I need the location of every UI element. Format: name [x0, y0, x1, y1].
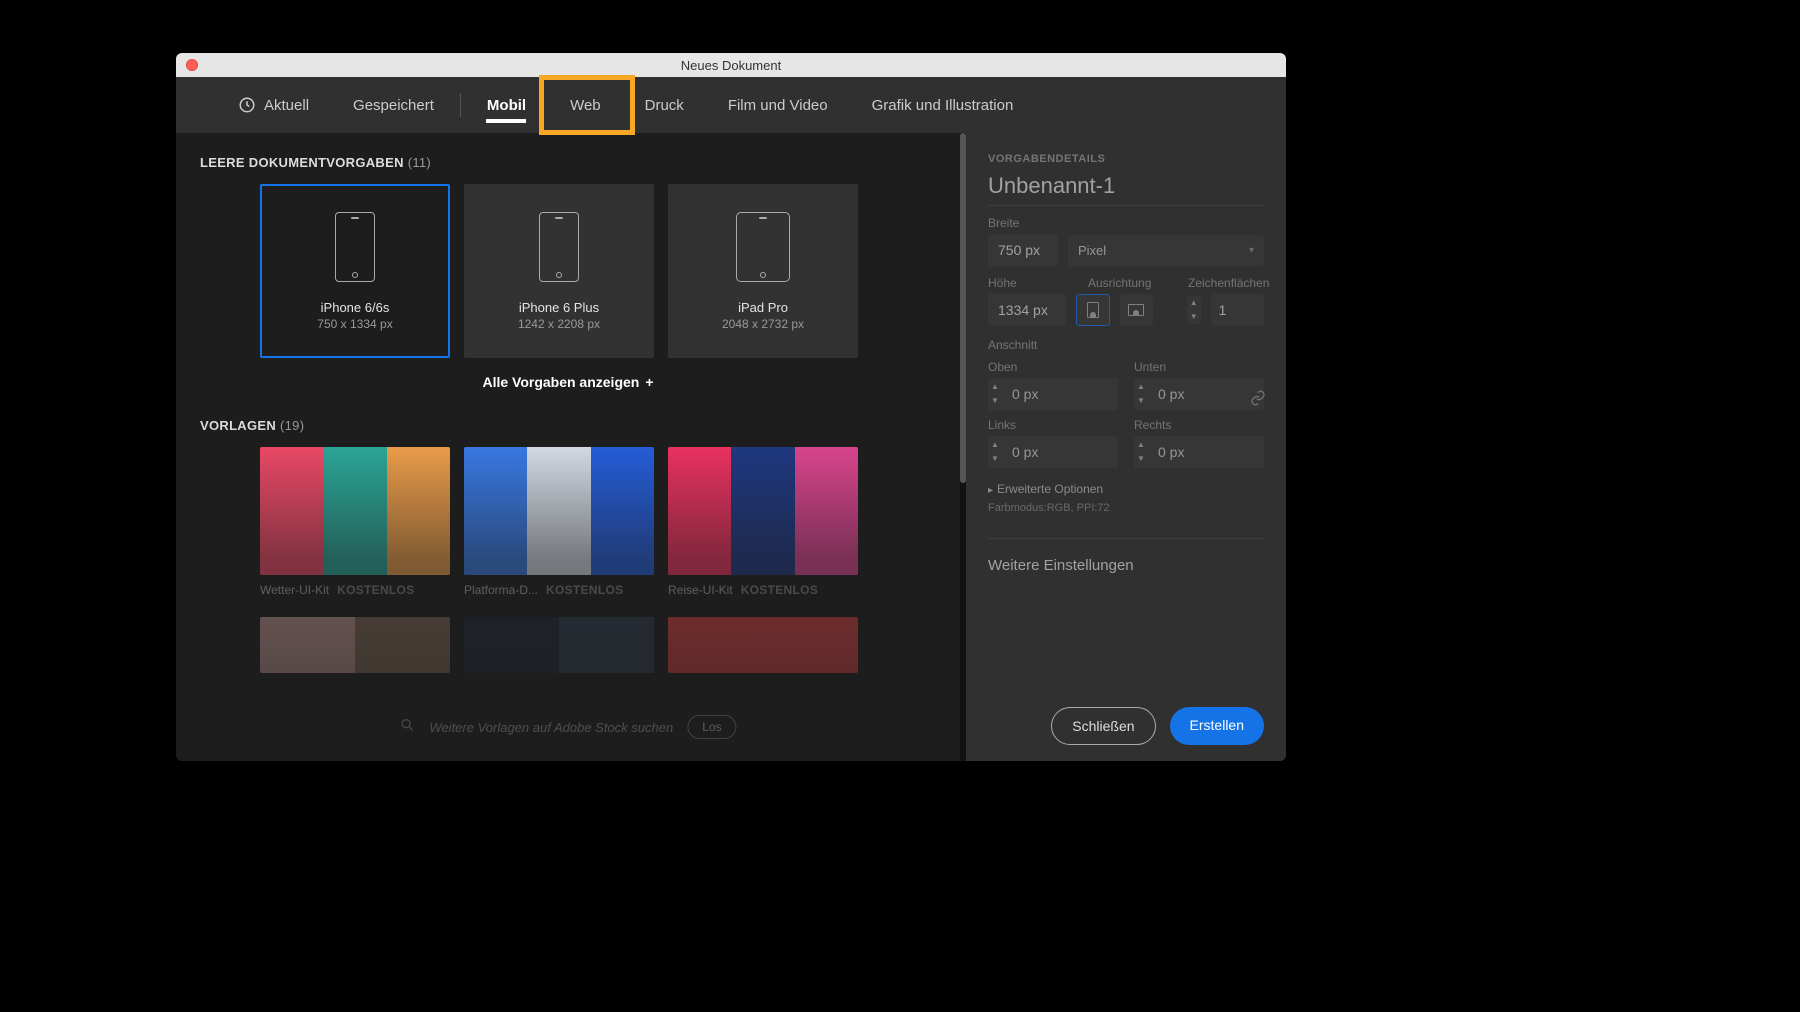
template-thumb: [464, 617, 654, 673]
content-area: LEERE DOKUMENTVORGABEN (11) iPhone 6/6s …: [176, 133, 1286, 761]
close-window-button[interactable]: [186, 59, 198, 71]
details-panel: VORGABENDETAILS Unbenannt-1 Breite 750 p…: [966, 133, 1286, 761]
presets-row: iPhone 6/6s 750 x 1334 px iPhone 6 Plus …: [260, 184, 936, 358]
bleed-label: Anschnitt: [988, 338, 1264, 352]
template-wetter[interactable]: Wetter-UI-KitKOSTENLOS: [260, 447, 450, 597]
bleed-top-label: Oben: [988, 360, 1118, 374]
clock-icon: [238, 96, 256, 114]
artboards-input[interactable]: 1: [1211, 294, 1264, 326]
bleed-bottom-input[interactable]: ▲▼0 px: [1134, 378, 1264, 410]
phone-icon: [539, 212, 579, 282]
titlebar: Neues Dokument: [176, 53, 1286, 77]
phone-icon: [335, 212, 375, 282]
tab-film-video[interactable]: Film und Video: [706, 77, 850, 133]
height-input[interactable]: 1334 px: [988, 294, 1066, 326]
templates-section-label: VORLAGEN (19): [200, 418, 936, 433]
window-title: Neues Dokument: [176, 58, 1286, 73]
template-platforma[interactable]: Platforma-D...KOSTENLOS: [464, 447, 654, 597]
template-row-2: [260, 617, 936, 673]
new-document-window: Neues Dokument Aktuell Gespeichert Mobil…: [176, 53, 1286, 761]
portrait-icon: [1087, 302, 1099, 318]
close-button[interactable]: Schließen: [1051, 707, 1155, 745]
bleed-right-label: Rechts: [1134, 418, 1264, 432]
tab-web[interactable]: Web: [548, 77, 623, 133]
tab-divider: [460, 93, 461, 117]
chevron-down-icon: ▾: [1249, 245, 1254, 256]
preset-iphone-6-plus[interactable]: iPhone 6 Plus 1242 x 2208 px: [464, 184, 654, 358]
orientation-portrait[interactable]: [1076, 294, 1110, 326]
link-icon[interactable]: [1250, 390, 1266, 411]
template-reise[interactable]: Reise-UI-KitKOSTENLOS: [668, 447, 858, 597]
template-thumb: [668, 617, 858, 673]
chevron-up-icon: ▲: [1187, 296, 1201, 310]
unit-dropdown[interactable]: Pixel ▾: [1068, 235, 1264, 266]
artboards-label: Zeichenflächen: [1188, 276, 1269, 290]
bleed-top-input[interactable]: ▲▼0 px: [988, 378, 1118, 410]
bleed-bottom-label: Unten: [1134, 360, 1264, 374]
chevron-right-icon: ▸: [988, 485, 993, 496]
create-button[interactable]: Erstellen: [1170, 707, 1264, 745]
chevron-down-icon: ▼: [1187, 310, 1201, 324]
template-thumb: [668, 447, 858, 575]
show-all-presets[interactable]: Alle Vorgaben anzeigen+: [200, 374, 936, 390]
orientation-label: Ausrichtung: [1088, 276, 1168, 290]
template-thumb: [260, 617, 450, 673]
preset-ipad-pro[interactable]: iPad Pro 2048 x 2732 px: [668, 184, 858, 358]
orientation-landscape[interactable]: [1120, 294, 1153, 326]
left-panel: LEERE DOKUMENTVORGABEN (11) iPhone 6/6s …: [176, 133, 960, 761]
width-input[interactable]: 750 px: [988, 234, 1058, 266]
tab-mobil[interactable]: Mobil: [465, 77, 548, 133]
plus-icon: +: [645, 374, 653, 390]
footer-buttons: Schließen Erstellen: [988, 687, 1264, 745]
bleed-right-input[interactable]: ▲▼0 px: [1134, 436, 1264, 468]
template-thumb: [464, 447, 654, 575]
bleed-left-label: Links: [988, 418, 1118, 432]
advanced-options-toggle[interactable]: ▸Erweiterte Optionen: [988, 482, 1264, 496]
template-item[interactable]: [464, 617, 654, 673]
templates-section: VORLAGEN (19) Wetter-UI-KitKOSTENLOS Pla…: [200, 418, 936, 673]
tab-gespeichert[interactable]: Gespeichert: [331, 77, 456, 133]
bleed-left-input[interactable]: ▲▼0 px: [988, 436, 1118, 468]
width-label: Breite: [988, 216, 1264, 230]
presets-section-label: LEERE DOKUMENTVORGABEN (11): [200, 155, 936, 170]
template-thumb: [260, 447, 450, 575]
color-mode-info: Farbmodus:RGB, PPI:72: [988, 502, 1264, 514]
more-settings-button[interactable]: Weitere Einstellungen: [988, 538, 1264, 574]
template-row-1: Wetter-UI-KitKOSTENLOS Platforma-D...KOS…: [260, 447, 936, 597]
tablet-icon: [736, 212, 790, 282]
tab-aktuell[interactable]: Aktuell: [216, 77, 331, 133]
artboards-stepper[interactable]: ▲▼: [1187, 296, 1201, 324]
height-label: Höhe: [988, 276, 1068, 290]
search-placeholder: Weitere Vorlagen auf Adobe Stock suchen: [429, 720, 673, 735]
tab-grafik-illustration[interactable]: Grafik und Illustration: [850, 77, 1036, 133]
tab-druck[interactable]: Druck: [623, 77, 706, 133]
document-name-input[interactable]: Unbenannt-1: [988, 173, 1264, 206]
details-label: VORGABENDETAILS: [988, 153, 1264, 165]
stock-search-bar[interactable]: Weitere Vorlagen auf Adobe Stock suchen …: [399, 715, 736, 739]
search-icon: [399, 717, 415, 738]
template-item[interactable]: [260, 617, 450, 673]
landscape-icon: [1128, 304, 1144, 316]
category-tabbar: Aktuell Gespeichert Mobil Web Druck Film…: [176, 77, 1286, 133]
template-item[interactable]: [668, 617, 858, 673]
search-go-button[interactable]: Los: [687, 715, 736, 739]
preset-iphone-6[interactable]: iPhone 6/6s 750 x 1334 px: [260, 184, 450, 358]
